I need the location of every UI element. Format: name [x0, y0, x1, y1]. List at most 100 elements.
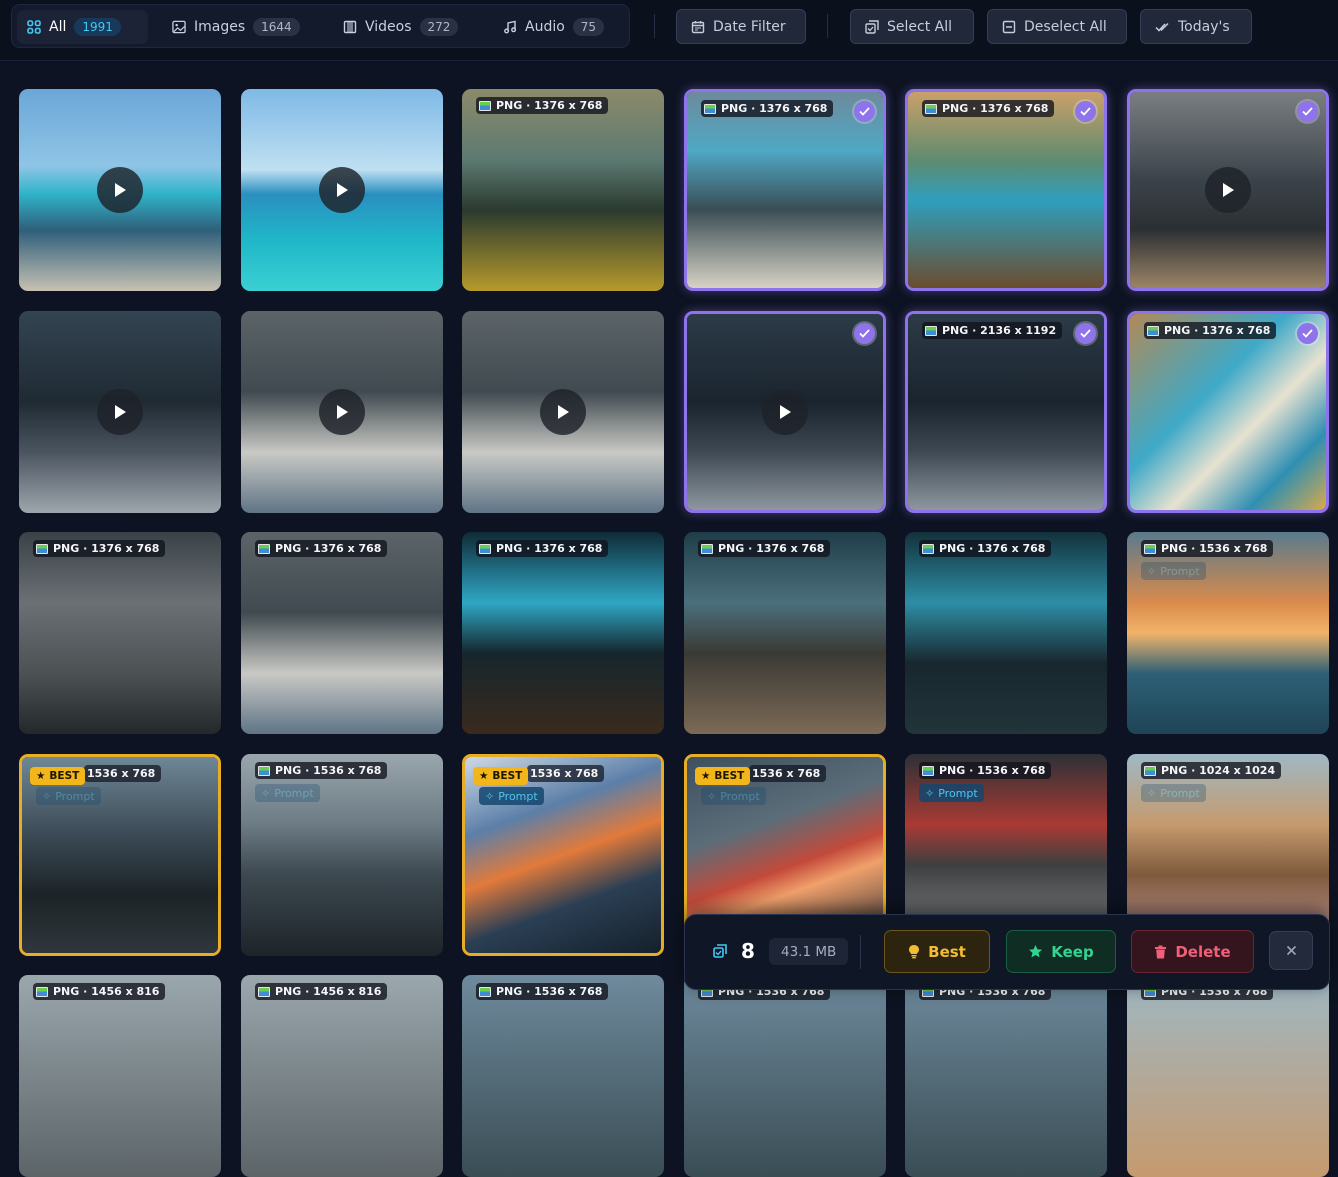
file-info-text: PNG · 1536 x 768: [496, 985, 603, 998]
prompt-button[interactable]: ✧ Prompt: [701, 787, 766, 805]
selected-check-icon[interactable]: [854, 101, 875, 122]
thumbnail-image: [19, 532, 221, 734]
image-thumbnail[interactable]: ★ BEST 1536 x 768 ✧ Prompt: [19, 754, 221, 956]
prompt-button[interactable]: ✧ Prompt: [36, 787, 101, 805]
thumbnail-image: [462, 975, 664, 1177]
image-thumbnail[interactable]: PNG · 1376 x 768: [462, 89, 664, 291]
prompt-button[interactable]: ✧ Prompt: [1141, 784, 1206, 802]
deselect-all-button[interactable]: Deselect All: [987, 9, 1127, 44]
tab-audio-count: 75: [572, 18, 605, 36]
delete-button[interactable]: Delete: [1131, 930, 1254, 973]
image-thumbnail[interactable]: PNG · 2136 x 1192: [905, 311, 1107, 513]
video-thumbnail[interactable]: [462, 311, 664, 513]
selected-check-icon[interactable]: [1075, 323, 1096, 344]
prompt-button[interactable]: ✧ Prompt: [479, 787, 544, 805]
selected-check-icon[interactable]: [854, 323, 875, 344]
image-thumbnail[interactable]: PNG · 1376 x 768: [905, 532, 1107, 734]
best-badge-label: BEST: [49, 770, 80, 782]
select-all-label: Select All: [887, 18, 952, 35]
image-file-icon: [925, 103, 937, 114]
mark-best-button[interactable]: Best: [884, 930, 990, 973]
thumbnail-image: [1127, 975, 1329, 1177]
sparkle-icon: ✧: [42, 789, 52, 803]
image-thumbnail[interactable]: PNG · 1536 x 768: [684, 975, 886, 1177]
image-thumbnail[interactable]: PNG · 1376 x 768: [241, 532, 443, 734]
file-info-badge: PNG · 2136 x 1192: [922, 322, 1063, 339]
image-thumbnail[interactable]: PNG · 1376 x 768: [684, 89, 886, 291]
file-info-text: PNG · 1536 x 768: [1161, 542, 1268, 555]
selected-check-icon[interactable]: [1075, 101, 1096, 122]
video-thumbnail[interactable]: [19, 311, 221, 513]
play-icon[interactable]: [762, 389, 808, 435]
tab-all-label: All: [49, 19, 67, 35]
video-thumbnail[interactable]: [1127, 89, 1329, 291]
tab-images[interactable]: Images 1644: [162, 10, 310, 44]
image-thumbnail[interactable]: PNG · 1456 x 816: [19, 975, 221, 1177]
prompt-button[interactable]: ✧ Prompt: [919, 784, 984, 802]
todays-button[interactable]: Today's: [1140, 9, 1252, 44]
image-file-icon: [479, 986, 491, 997]
image-thumbnail[interactable]: PNG · 1376 x 768: [19, 532, 221, 734]
play-icon[interactable]: [540, 389, 586, 435]
image-thumbnail[interactable]: PNG · 1376 x 768: [905, 89, 1107, 291]
play-icon[interactable]: [319, 167, 365, 213]
image-file-icon: [925, 325, 937, 336]
best-badge-label: BEST: [714, 770, 745, 782]
best-badge: ★ BEST: [473, 767, 529, 785]
image-thumbnail[interactable]: PNG · 1536 x 768: [905, 975, 1107, 1177]
file-info-text: PNG · 1376 x 768: [718, 542, 825, 555]
tab-videos[interactable]: Videos 272: [333, 10, 468, 44]
file-info-badge: PNG · 1376 x 768: [701, 100, 834, 117]
sparkle-icon: ✧: [925, 786, 935, 800]
image-thumbnail[interactable]: ★ BEST 1536 x 768 ✧ Prompt: [462, 754, 664, 956]
thumbnail-image: [241, 975, 443, 1177]
selected-check-icon[interactable]: [1297, 323, 1318, 344]
file-info-text: PNG · 1376 x 768: [939, 542, 1046, 555]
thumbnail-image: [1130, 314, 1326, 510]
action-divider: [860, 935, 861, 969]
select-all-button[interactable]: Select All: [850, 9, 974, 44]
media-type-tabs: All 1991 Images 1644 Videos 272 Audio 75: [11, 4, 630, 48]
double-check-icon: [1155, 22, 1169, 32]
close-icon: [1286, 945, 1296, 956]
date-filter-button[interactable]: Date Filter: [676, 9, 806, 44]
file-info-text: PNG · 1456 x 816: [53, 985, 160, 998]
file-info-badge: PNG · 1376 x 768: [698, 540, 831, 557]
image-thumbnail[interactable]: PNG · 1456 x 816: [241, 975, 443, 1177]
image-thumbnail[interactable]: PNG · 1536 x 768: [1127, 975, 1329, 1177]
close-selection-button[interactable]: [1269, 931, 1313, 970]
file-info-badge: PNG · 1376 x 768: [922, 100, 1055, 117]
image-file-icon: [1147, 325, 1159, 336]
image-file-icon: [1144, 765, 1156, 776]
video-thumbnail[interactable]: [19, 89, 221, 291]
image-thumbnail[interactable]: PNG · 1536 x 768: [462, 975, 664, 1177]
video-thumbnail[interactable]: [684, 311, 886, 513]
thumbnail-image: [684, 532, 886, 734]
tab-audio[interactable]: Audio 75: [493, 10, 614, 44]
prompt-button[interactable]: ✧ Prompt: [255, 784, 320, 802]
image-thumbnail[interactable]: PNG · 1536 x 768 ✧ Prompt: [1127, 532, 1329, 734]
tab-all[interactable]: All 1991: [17, 10, 148, 44]
image-thumbnail[interactable]: PNG · 1376 x 768: [462, 532, 664, 734]
image-file-icon: [922, 765, 934, 776]
image-file-icon: [258, 543, 270, 554]
play-icon[interactable]: [97, 167, 143, 213]
play-icon[interactable]: [1205, 167, 1251, 213]
file-info-text: PNG · 1376 x 768: [275, 542, 382, 555]
image-thumbnail[interactable]: PNG · 1376 x 768: [1127, 311, 1329, 513]
prompt-button[interactable]: ✧ Prompt: [1141, 562, 1206, 580]
file-info-badge: PNG · 1536 x 768: [919, 762, 1052, 779]
keep-button[interactable]: Keep: [1006, 930, 1116, 973]
prompt-label: Prompt: [55, 789, 95, 803]
image-thumbnail[interactable]: PNG · 1536 x 768 ✧ Prompt: [241, 754, 443, 956]
play-icon[interactable]: [97, 389, 143, 435]
file-info-text: 1536 x 768: [87, 767, 156, 780]
selected-check-icon[interactable]: [1297, 101, 1318, 122]
play-icon[interactable]: [319, 389, 365, 435]
video-thumbnail[interactable]: [241, 89, 443, 291]
file-info-badge: PNG · 1376 x 768: [919, 540, 1052, 557]
image-thumbnail[interactable]: PNG · 1376 x 768: [684, 532, 886, 734]
file-info-text: PNG · 1456 x 816: [275, 985, 382, 998]
file-info-badge: PNG · 1536 x 768: [476, 983, 609, 1000]
video-thumbnail[interactable]: [241, 311, 443, 513]
